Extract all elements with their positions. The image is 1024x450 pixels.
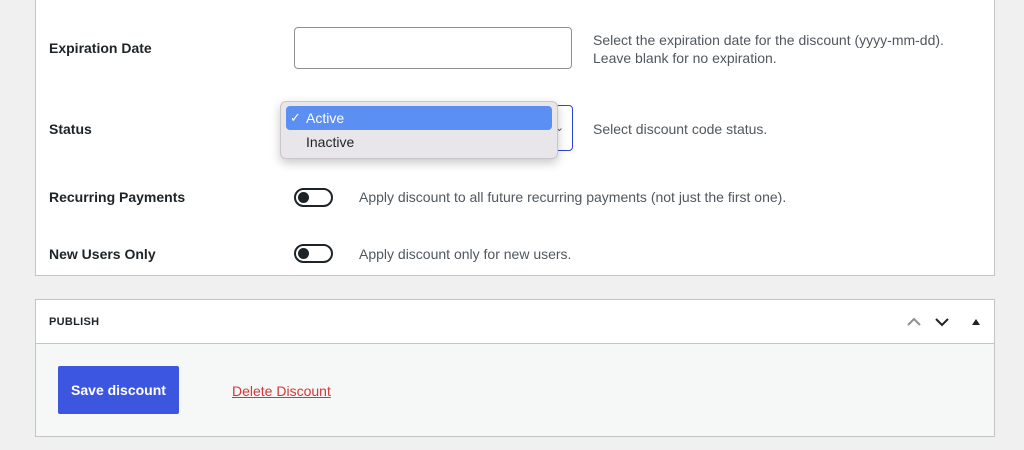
toggle-knob: [298, 192, 309, 203]
save-discount-button[interactable]: Save discount: [58, 366, 179, 414]
status-option-label: Active: [306, 110, 345, 126]
status-option-active[interactable]: ✓ Active: [286, 106, 552, 130]
toggle-knob: [298, 248, 309, 259]
status-dropdown-menu: ✓ Active Inactive: [280, 101, 558, 159]
new-users-only-label: New Users Only: [49, 246, 156, 262]
publish-panel: PUBLISH Save discount Delete Discount: [35, 299, 995, 437]
expiration-date-label: Expiration Date: [49, 40, 152, 56]
expiration-date-help-2: Leave blank for no expiration.: [593, 50, 777, 66]
triangle-up-icon[interactable]: [964, 310, 988, 334]
check-icon: ✓: [290, 110, 301, 125]
recurring-payments-label: Recurring Payments: [49, 189, 186, 205]
expiration-date-input[interactable]: [294, 27, 572, 69]
delete-discount-link[interactable]: Delete Discount: [232, 383, 331, 399]
status-help: Select discount code status.: [593, 121, 768, 137]
status-label: Status: [49, 121, 92, 137]
recurring-payments-help: Apply discount to all future recurring p…: [359, 189, 787, 205]
chevron-down-icon[interactable]: [930, 310, 954, 334]
publish-panel-header: PUBLISH: [36, 300, 994, 344]
new-users-only-toggle[interactable]: [294, 244, 333, 263]
chevron-up-icon[interactable]: [902, 310, 926, 334]
expiration-date-help: Select the expiration date for the disco…: [593, 32, 944, 48]
recurring-payments-toggle[interactable]: [294, 188, 333, 207]
status-option-label: Inactive: [306, 134, 355, 150]
status-option-inactive[interactable]: Inactive: [286, 130, 552, 154]
new-users-only-help: Apply discount only for new users.: [359, 246, 572, 262]
publish-title: PUBLISH: [49, 316, 100, 328]
